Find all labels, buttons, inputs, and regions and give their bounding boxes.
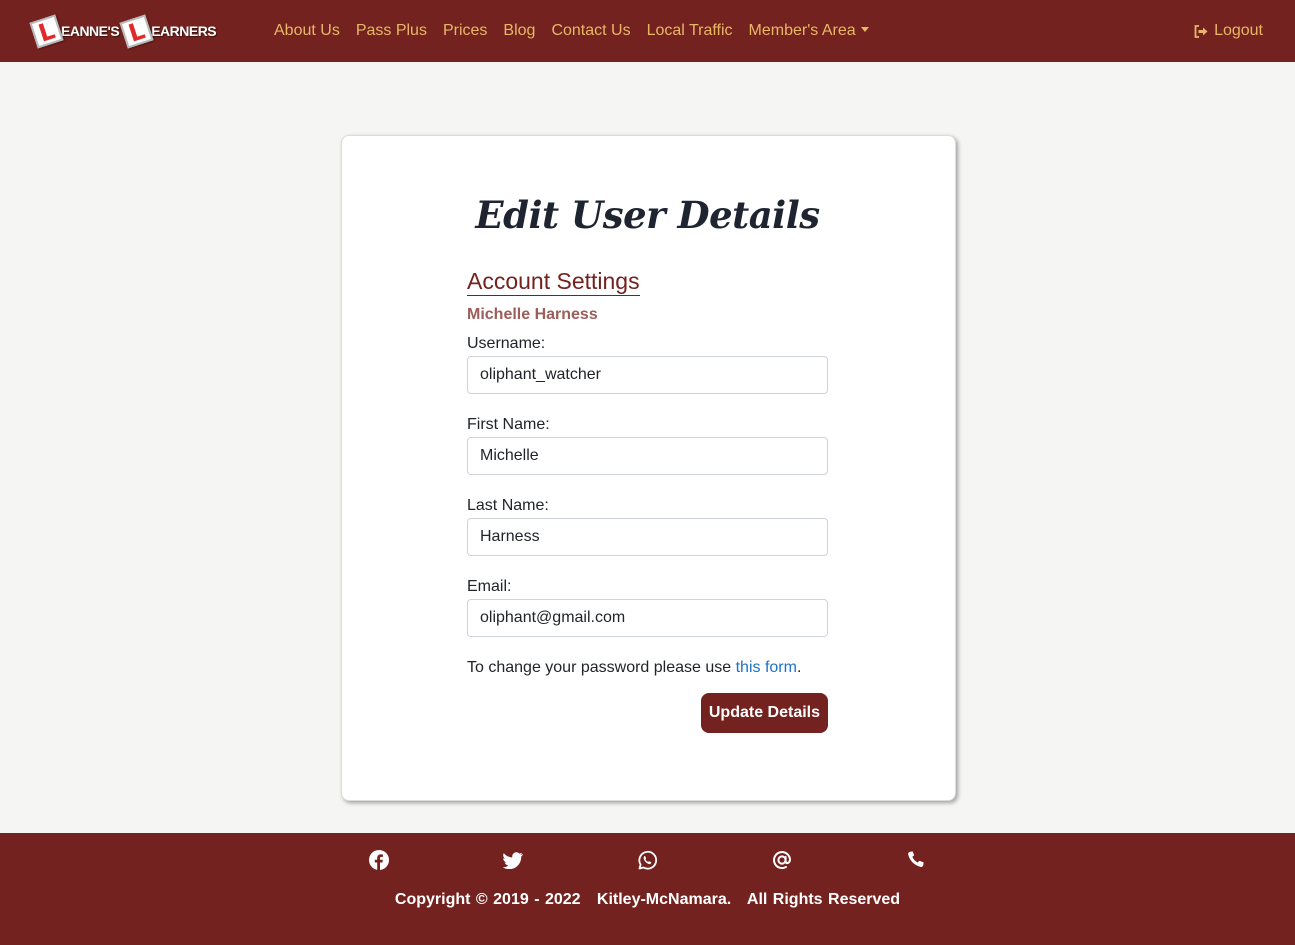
account-settings-form: Account Settings Michelle Harness Userna… bbox=[467, 268, 828, 733]
nav-members-area-dropdown[interactable]: Member's Area bbox=[749, 22, 869, 40]
nav-pass-plus[interactable]: Pass Plus bbox=[356, 22, 427, 40]
email-input[interactable] bbox=[467, 599, 828, 637]
password-note: To change your password please use this … bbox=[467, 659, 828, 677]
site-footer: Copyright © 2019 - 2022 Kitley-McNamara.… bbox=[0, 833, 1295, 945]
user-full-name: Michelle Harness bbox=[467, 306, 598, 323]
copyright-text: Copyright © 2019 - 2022 Kitley-McNamara.… bbox=[394, 891, 901, 908]
social-links bbox=[0, 849, 1295, 871]
logo-word-1: EANNE'S bbox=[61, 23, 120, 39]
l-plate-icon: L bbox=[119, 13, 154, 49]
email-at-icon[interactable] bbox=[771, 849, 793, 871]
first-name-label: First Name: bbox=[467, 416, 550, 433]
whatsapp-icon[interactable] bbox=[636, 849, 658, 871]
nav-contact-us[interactable]: Contact Us bbox=[551, 22, 630, 40]
update-details-button[interactable]: Update Details bbox=[700, 693, 828, 733]
password-note-suffix: . bbox=[796, 659, 802, 676]
site-logo[interactable]: L EANNE'S L EARNERS bbox=[29, 12, 228, 50]
page-title: Edit User Details bbox=[475, 193, 820, 237]
nav-blog[interactable]: Blog bbox=[503, 22, 535, 40]
logo-word-2: EARNERS bbox=[151, 23, 217, 39]
password-note-text: To change your password please use bbox=[467, 659, 736, 676]
twitter-icon[interactable] bbox=[502, 849, 524, 871]
section-title: Account Settings bbox=[467, 268, 640, 296]
last-name-input[interactable] bbox=[467, 518, 828, 556]
facebook-icon[interactable] bbox=[368, 849, 390, 871]
nav-local-traffic[interactable]: Local Traffic bbox=[647, 22, 733, 40]
nav-links: About Us Pass Plus Prices Blog Contact U… bbox=[274, 0, 885, 62]
logout-link[interactable]: Logout bbox=[1194, 0, 1263, 62]
logout-label: Logout bbox=[1214, 22, 1263, 39]
phone-icon[interactable] bbox=[905, 849, 927, 871]
username-input[interactable] bbox=[467, 356, 828, 394]
last-name-label: Last Name: bbox=[467, 497, 549, 514]
nav-prices[interactable]: Prices bbox=[443, 22, 487, 40]
nav-about-us[interactable]: About Us bbox=[274, 22, 340, 40]
top-navbar: L EANNE'S L EARNERS About Us Pass Plus P… bbox=[0, 0, 1295, 62]
caret-down-icon bbox=[860, 27, 869, 32]
change-password-link[interactable]: this form bbox=[736, 659, 797, 676]
username-label: Username: bbox=[467, 335, 546, 352]
nav-members-area-label: Member's Area bbox=[748, 22, 856, 39]
email-label: Email: bbox=[467, 578, 512, 595]
first-name-input[interactable] bbox=[467, 437, 828, 475]
l-plate-icon: L bbox=[29, 13, 64, 49]
sign-out-icon bbox=[1194, 24, 1208, 38]
